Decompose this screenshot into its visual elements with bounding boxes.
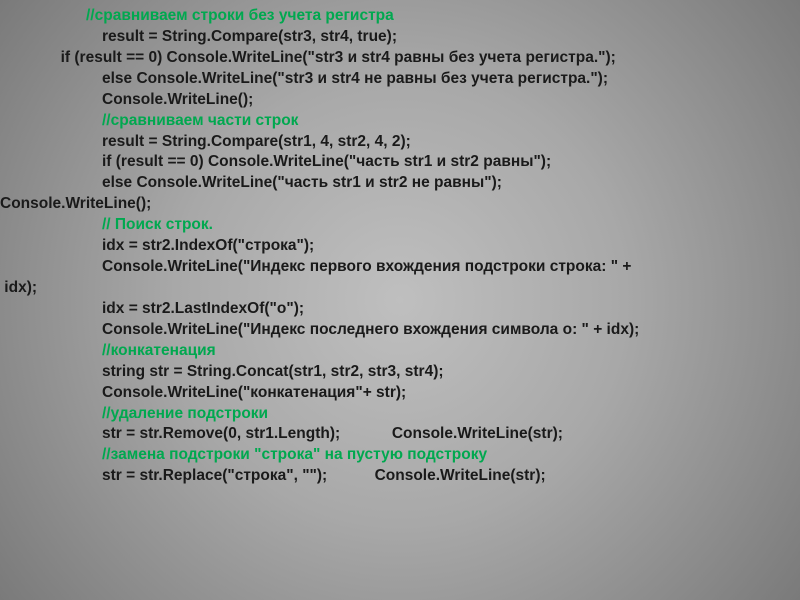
code-line: // Поиск строк. [0, 215, 800, 236]
code-line: Console.WriteLine(); [0, 194, 800, 215]
code-line: Console.WriteLine("Индекс последнего вхо… [0, 320, 800, 341]
code-line: idx = str2.IndexOf("строка"); [0, 236, 800, 257]
code-line: //удаление подстроки [0, 404, 800, 425]
code-line: idx = str2.LastIndexOf("о"); [0, 299, 800, 320]
code-line: //замена подстроки "строка" на пустую по… [0, 445, 800, 466]
code-line: Console.WriteLine("Индекс первого вхожде… [0, 257, 800, 278]
code-line: else Console.WriteLine("часть str1 и str… [0, 173, 800, 194]
code-line: str = str.Replace("строка", ""); Console… [0, 466, 800, 487]
code-line: string str = String.Concat(str1, str2, s… [0, 362, 800, 383]
code-line: Console.WriteLine(); [0, 90, 800, 111]
code-block: //сравниваем строки без учета регистраre… [0, 0, 800, 487]
code-line: result = String.Compare(str3, str4, true… [0, 27, 800, 48]
code-line: Console.WriteLine("конкатенация"+ str); [0, 383, 800, 404]
code-line: if (result == 0) Console.WriteLine("част… [0, 152, 800, 173]
code-line: //сравниваем части строк [0, 111, 800, 132]
code-line: else Console.WriteLine("str3 и str4 не р… [0, 69, 800, 90]
code-line: str = str.Remove(0, str1.Length); Consol… [0, 424, 800, 445]
code-line: if (result == 0) Console.WriteLine("str3… [0, 48, 800, 69]
code-line: //конкатенация [0, 341, 800, 362]
code-line: result = String.Compare(str1, 4, str2, 4… [0, 132, 800, 153]
code-line: idx); [0, 278, 800, 299]
code-line: //сравниваем строки без учета регистра [0, 6, 800, 27]
